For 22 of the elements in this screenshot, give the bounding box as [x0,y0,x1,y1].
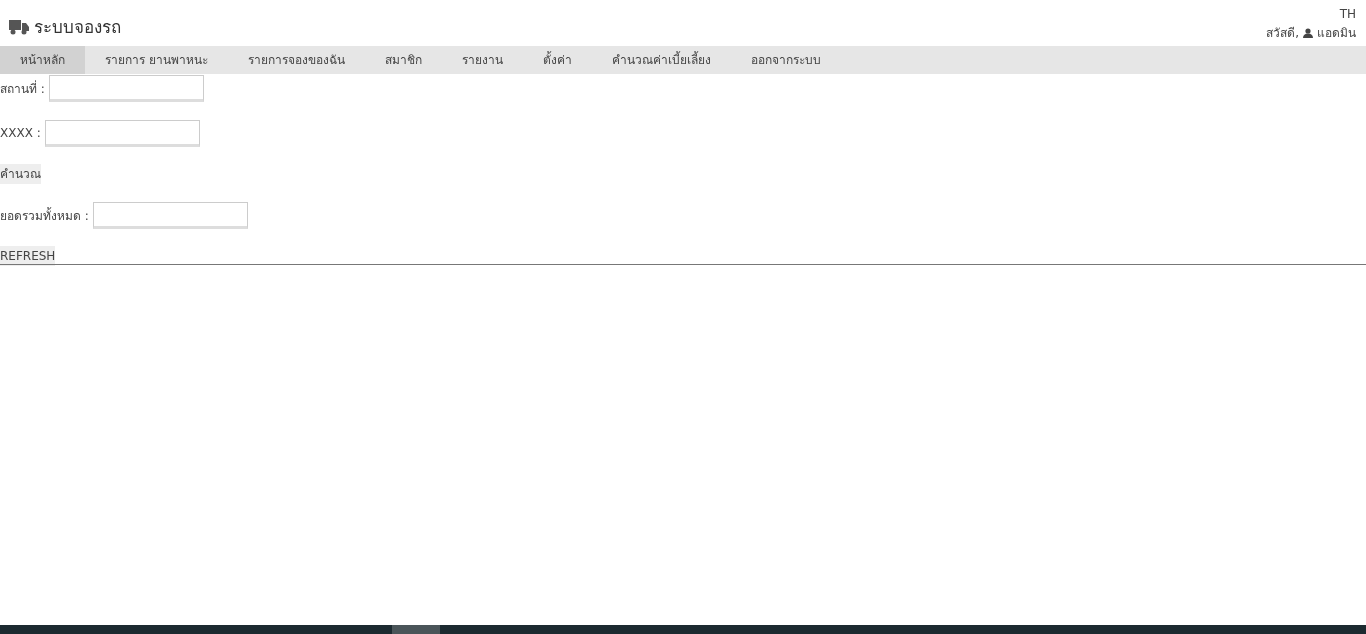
language-link[interactable]: TH [1339,7,1356,21]
field-label: XXXX : [0,126,41,140]
field-label: ยอดรวมทั้งหมด : [0,206,89,225]
nav-tab[interactable]: สมาชิก [364,46,442,74]
nav-tab[interactable]: ตั้งค่า [522,46,592,74]
user-icon [1303,27,1313,38]
nav-tab[interactable]: คำนวณค่าเบี้ยเลี้ยง [591,46,731,74]
nav-tab[interactable]: ออกจากระบบ [730,46,841,74]
nav-tab[interactable]: รายการ ยานพาหนะ [85,46,228,74]
greeting-text: สวัสดี, [1266,25,1299,42]
field-label: สถานที่ : [0,79,45,98]
input-field[interactable] [92,201,248,229]
input-field[interactable] [44,119,200,147]
action-button[interactable]: คำนวณ [0,164,41,184]
nav-tab[interactable]: หน้าหลัก [0,46,85,74]
action-button[interactable]: REFRESH [0,246,56,266]
nav-tab[interactable]: รายการจองของฉัน [227,46,365,74]
nav-tab[interactable]: รายงาน [441,46,523,74]
user-name[interactable]: แอดมิน [1317,23,1356,42]
app-title: ระบบจองรถ [34,16,121,39]
truck-icon [9,18,29,35]
input-field[interactable] [48,74,204,102]
